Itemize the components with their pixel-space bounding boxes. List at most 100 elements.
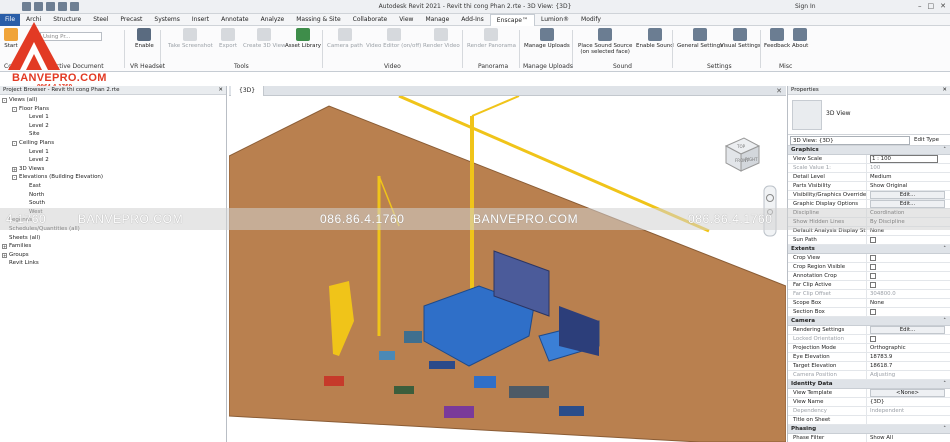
tree-node[interactable]: North (0, 191, 226, 200)
tree-node[interactable]: - Floor Plans (0, 105, 226, 114)
tree-node[interactable]: + Families (0, 242, 226, 251)
tree-node[interactable]: + Groups (0, 251, 226, 260)
close-icon[interactable]: ✕ (942, 86, 947, 94)
tab-collaborate[interactable]: Collaborate (347, 14, 394, 26)
render-panorama-button[interactable]: Render Panorama (467, 28, 516, 49)
property-value[interactable]: Orthographic (866, 344, 950, 352)
view-scale-input[interactable]: 1 : 100 (870, 155, 938, 163)
tree-node[interactable]: Level 2 (0, 156, 226, 165)
property-value[interactable]: 1 : 100 (866, 155, 950, 163)
property-value[interactable]: Coordination (866, 209, 950, 217)
property-value[interactable]: 18783.9 (866, 353, 950, 361)
property-value[interactable]: By Discipline (866, 218, 950, 226)
property-value[interactable]: 100 (866, 164, 950, 172)
render-video-button[interactable]: Render Video (423, 28, 460, 49)
property-value[interactable]: <None> (866, 389, 950, 397)
tree-node[interactable]: Level 1 (0, 113, 226, 122)
tree-node[interactable]: Site (0, 130, 226, 139)
collapse-icon[interactable]: - (2, 98, 7, 103)
take-screenshot-button[interactable]: Take Screenshot (168, 28, 213, 49)
tree-node[interactable]: South (0, 199, 226, 208)
property-value[interactable]: Edit... (866, 200, 950, 208)
camera-path-button[interactable]: Camera path (327, 28, 363, 49)
property-value[interactable] (866, 308, 950, 316)
property-value[interactable] (866, 335, 950, 343)
enable-vr-button[interactable]: Enable (135, 28, 154, 49)
tree-node[interactable]: Revit Links (0, 259, 226, 268)
property-value[interactable] (866, 254, 950, 262)
expand-icon[interactable]: + (12, 166, 17, 172)
property-value[interactable] (866, 236, 950, 244)
place-sound-source-button[interactable]: Place Sound Source (on selected face) (578, 28, 632, 55)
tab-enscape[interactable]: Enscape™ (489, 13, 535, 26)
edit-button[interactable]: Edit... (870, 191, 945, 199)
edit-button[interactable]: <None> (870, 389, 945, 397)
tab-annotate[interactable]: Annotate (215, 14, 254, 26)
property-category[interactable]: Extents (788, 245, 950, 254)
edit-type-button[interactable]: Edit Type (914, 136, 939, 145)
property-value[interactable] (866, 416, 950, 424)
checkbox[interactable] (870, 308, 876, 315)
construction-site-model[interactable]: FRONT RIGHT TOP (229, 96, 786, 442)
general-settings-button[interactable]: General Settings (677, 28, 723, 49)
checkbox[interactable] (870, 236, 876, 243)
maximize-icon[interactable]: □ (928, 2, 935, 10)
property-category[interactable]: Phasing (788, 425, 950, 434)
view-tab-3d[interactable]: {3D} (231, 86, 265, 96)
feedback-button[interactable]: Feedback (764, 28, 790, 49)
checkbox[interactable] (870, 272, 876, 279)
property-category[interactable]: Identity Data (788, 380, 950, 389)
view-selector-dropdown[interactable]: 3D View: {3D} (790, 136, 910, 145)
checkbox[interactable] (870, 335, 876, 342)
expand-icon[interactable]: + (2, 252, 7, 258)
minimize-icon[interactable]: – (918, 2, 922, 10)
about-button[interactable]: About (792, 28, 808, 49)
sign-in-link[interactable]: Sign In (795, 3, 816, 10)
tree-node[interactable]: +3D Views (0, 165, 226, 174)
property-value[interactable]: None (866, 227, 950, 235)
export-button[interactable]: Export (219, 28, 237, 49)
tab-systems[interactable]: Systems (148, 14, 186, 26)
manage-uploads-button[interactable]: Manage Uploads (524, 28, 570, 49)
property-value[interactable]: Independent (866, 407, 950, 415)
property-value[interactable]: None (866, 299, 950, 307)
tab-insert[interactable]: Insert (186, 14, 215, 26)
property-category[interactable]: Camera (788, 317, 950, 326)
tree-node[interactable]: Legends (0, 216, 226, 225)
collapse-icon[interactable]: - (12, 140, 17, 146)
tab-view[interactable]: View (393, 14, 419, 26)
property-value[interactable] (866, 263, 950, 271)
video-editor-button[interactable]: Video Editor (on/off) (366, 28, 421, 49)
checkbox[interactable] (870, 281, 876, 288)
edit-button[interactable]: Edit... (870, 200, 945, 208)
close-icon[interactable]: ✕ (776, 87, 782, 95)
checkbox[interactable] (870, 254, 876, 261)
tree-node[interactable]: - Views (all) (0, 96, 226, 105)
enable-sound-button[interactable]: Enable Sound (636, 28, 674, 49)
property-value[interactable]: Adjusting (866, 371, 950, 379)
create-3d-view-button[interactable]: Create 3D View (243, 28, 286, 49)
property-value[interactable] (866, 272, 950, 280)
tree-node[interactable]: Level 2 (0, 122, 226, 131)
visual-settings-button[interactable]: Visual Settings (720, 28, 761, 49)
expand-icon[interactable]: + (2, 244, 7, 250)
property-value[interactable]: Edit... (866, 191, 950, 199)
tab-precast[interactable]: Precast (114, 14, 148, 26)
type-selector[interactable]: 3D View (788, 95, 950, 135)
close-icon[interactable]: ✕ (940, 2, 946, 10)
checkbox[interactable] (870, 263, 876, 270)
property-value[interactable] (866, 281, 950, 289)
property-value[interactable]: Medium (866, 173, 950, 181)
tab-massing-site[interactable]: Massing & Site (290, 14, 346, 26)
tree-node[interactable]: Level 1 (0, 148, 226, 157)
tab-modify[interactable]: Modify (575, 14, 607, 26)
property-value[interactable]: Edit... (866, 326, 950, 334)
property-value[interactable]: Show All (866, 434, 950, 442)
collapse-icon[interactable]: - (12, 175, 17, 181)
tab-manage[interactable]: Manage (419, 14, 455, 26)
tab-lumion[interactable]: Lumion® (535, 14, 575, 26)
property-value[interactable]: {3D} (866, 398, 950, 406)
tree-node[interactable]: West (0, 208, 226, 217)
property-value[interactable]: 18618.7 (866, 362, 950, 370)
tree-node[interactable]: - Ceiling Plans (0, 139, 226, 148)
